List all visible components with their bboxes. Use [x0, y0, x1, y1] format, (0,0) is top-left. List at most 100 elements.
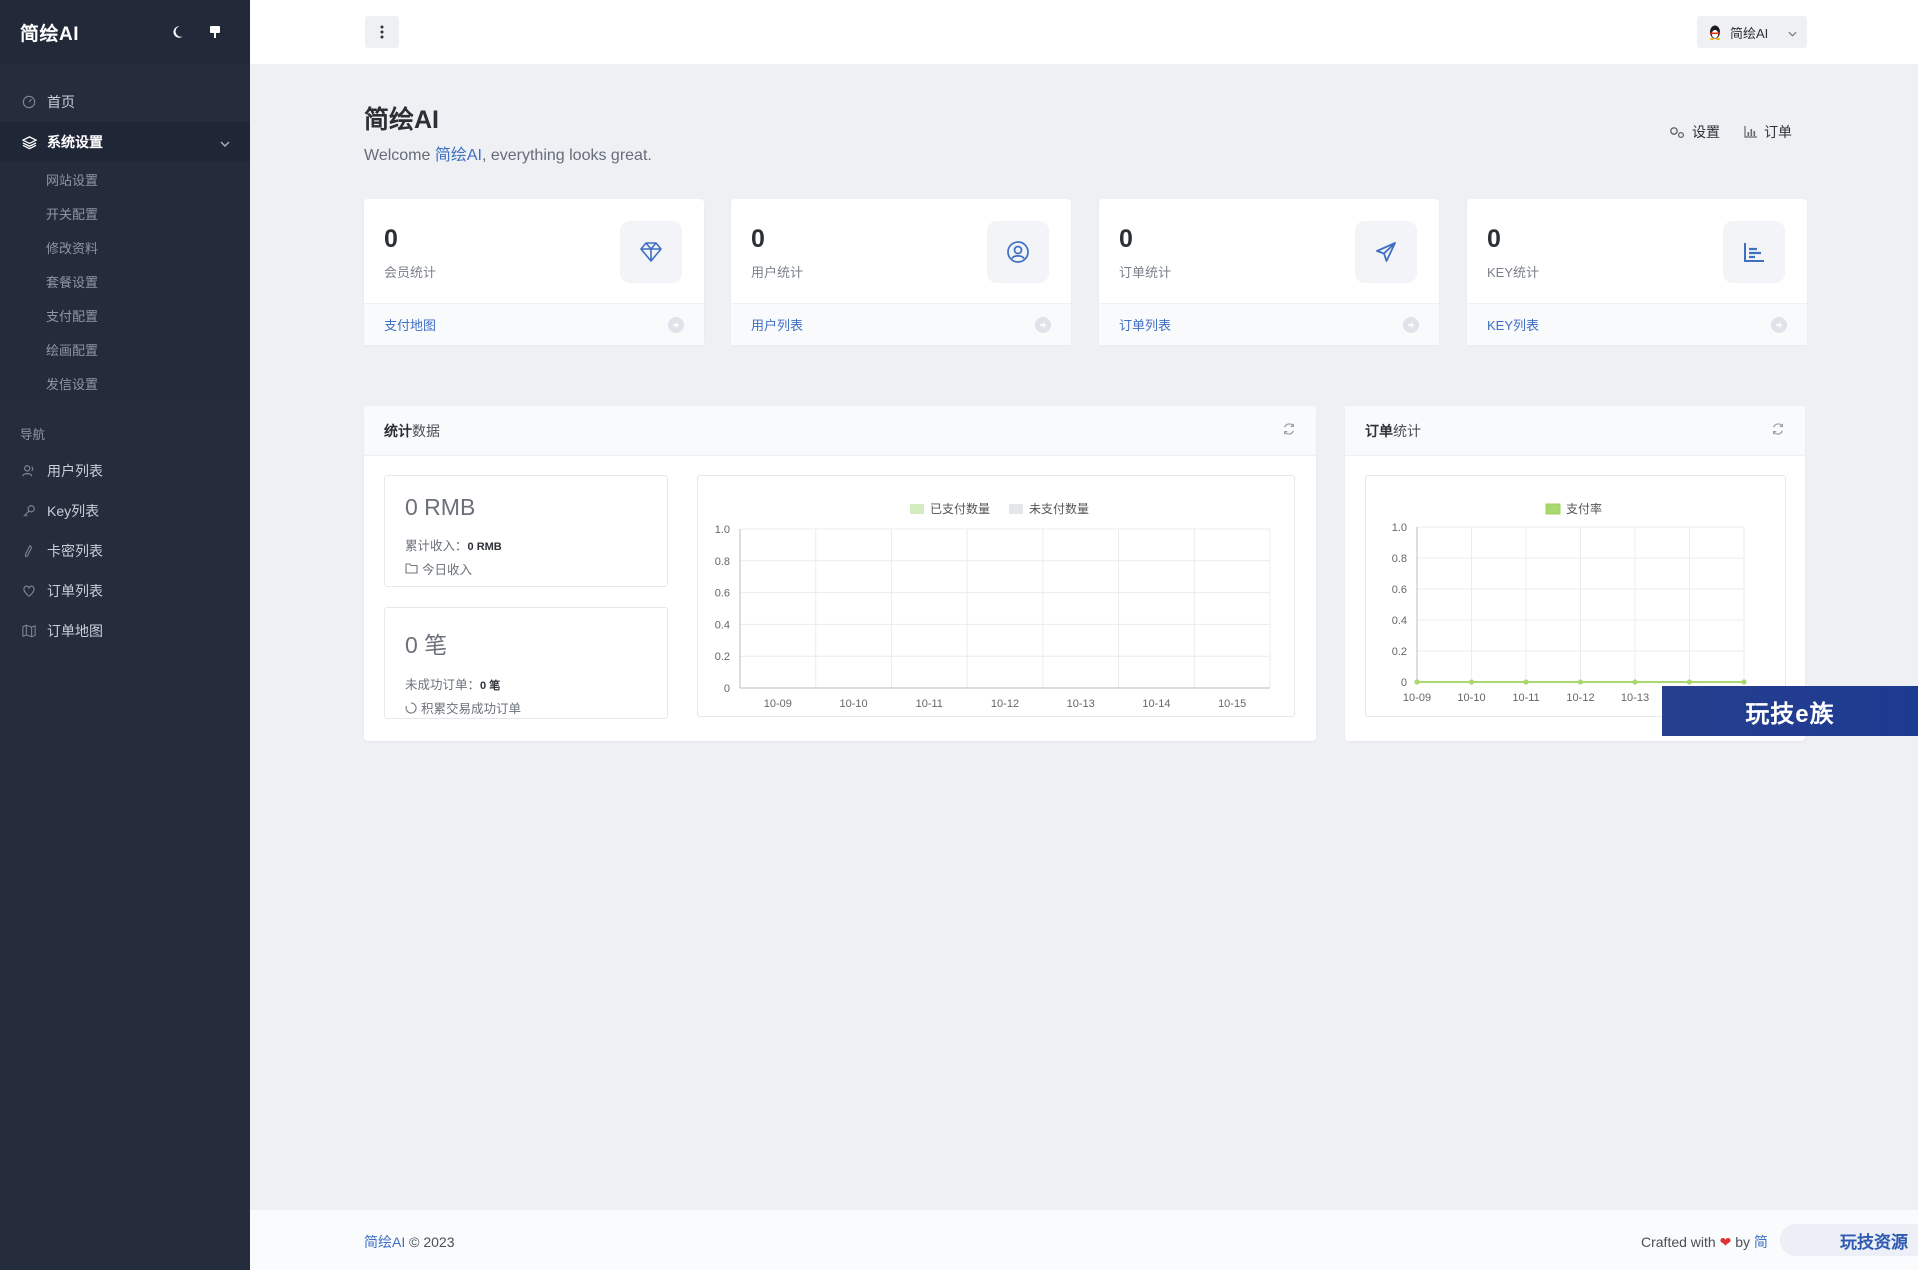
stat-card-link[interactable]: 订单列表	[1099, 303, 1439, 345]
successful-orders: 积累交易成功订单	[405, 698, 647, 717]
stat-value: 0	[1487, 225, 1501, 253]
pin-sidebar-button[interactable]	[200, 17, 230, 47]
dark-mode-toggle[interactable]	[162, 17, 192, 47]
sidebar-item-key-list[interactable]: Key列表	[0, 491, 250, 531]
gears-icon	[1670, 127, 1685, 139]
failed-orders-value: 0 笔	[480, 680, 501, 692]
x-tick-label: 10-12	[991, 698, 1019, 710]
legend-swatch	[1545, 503, 1561, 515]
x-tick-label: 10-15	[1218, 698, 1246, 710]
y-tick-label: 0.6	[715, 588, 730, 600]
payment-rate-line-chart-svg: 0 0.2 0.4 0.6 0.8 1.0 10-09 10-10 10-11 10-12 10-1…	[1392, 501, 1758, 704]
stat-card-link[interactable]: KEY列表	[1467, 303, 1807, 345]
sidebar-subitem-plan-settings[interactable]: 套餐设置	[0, 264, 250, 298]
refresh-icon[interactable]	[1282, 422, 1296, 439]
arrow-circle-icon	[1771, 316, 1787, 333]
sidebar-item-label: 首页	[47, 94, 75, 110]
user-menu-dropdown[interactable]: 简绘AI	[1697, 16, 1807, 48]
footer-crafted: Crafted with	[1641, 1234, 1716, 1250]
revenue-total: 0 RMB	[405, 494, 476, 520]
legend-label: 未支付数量	[1029, 501, 1089, 516]
orders-bar-chart-svg: 0 0.2 0.4 0.6 0.8 1.0 10-09 10-10 10-11 10-12 10-1…	[715, 501, 1271, 710]
refresh-icon[interactable]	[1771, 422, 1785, 439]
y-tick-label: 0.6	[1392, 584, 1407, 596]
panel-title-rest: 数据	[412, 422, 440, 439]
footer-brand-partial[interactable]: 简	[1754, 1234, 1768, 1250]
welcome-suffix: , everything looks great.	[481, 147, 652, 164]
panel-title-bold: 订单	[1365, 422, 1393, 439]
x-tick-label: 10-10	[840, 698, 868, 710]
x-tick-label: 10-11	[1512, 692, 1539, 704]
stat-card-users: 0 用户统计 用户列表	[731, 199, 1071, 345]
sidebar-subitem-website-settings[interactable]: 网站设置	[0, 162, 250, 196]
y-tick-label: 0.8	[1392, 553, 1407, 565]
footer-copy-year: © 2023	[405, 1234, 455, 1250]
stat-card-orders: 0 订单统计 订单列表	[1099, 199, 1439, 345]
spinner-icon	[405, 701, 417, 713]
sidebar-item-label: Key列表	[47, 503, 100, 519]
stat-card-link[interactable]: 用户列表	[731, 303, 1071, 345]
user-circle-icon	[987, 221, 1049, 283]
footer-brand-link[interactable]: 简绘AI	[364, 1234, 405, 1250]
sidebar-subitem-drawing-config[interactable]: 绘画配置	[0, 332, 250, 366]
stat-value: 0	[1119, 225, 1133, 253]
orders-link-label: 订单	[1764, 124, 1792, 140]
hero-actions: 设置 订单	[1668, 122, 1792, 142]
stat-label: 订单统计	[1119, 265, 1172, 280]
settings-link-label: 设置	[1692, 124, 1720, 140]
cumulative-income-label: 累计收入：	[405, 539, 468, 553]
footer-by: by	[1735, 1234, 1751, 1250]
sidebar-subitem-mail-settings[interactable]: 发信设置	[0, 366, 250, 400]
y-tick-label: 0	[1401, 677, 1407, 689]
sidebar-item-home[interactable]: 首页	[0, 82, 250, 122]
sidebar-nav: 首页 系统设置 网站设置 开关配置 修改资料 套餐设置 支付配置 绘画配置 发信…	[0, 64, 250, 651]
data-point	[1523, 679, 1529, 685]
x-tick-label: 10-09	[764, 698, 792, 710]
moon-icon	[173, 26, 183, 38]
sidebar-subitem-edit-profile[interactable]: 修改资料	[0, 230, 250, 264]
stat-label: 会员统计	[384, 265, 437, 280]
sidebar-item-label: 用户列表	[47, 463, 103, 479]
data-point	[1577, 679, 1584, 685]
failed-orders: 未成功订单：0 笔	[405, 674, 647, 693]
arrow-circle-icon	[668, 316, 684, 333]
welcome-text: Welcome 简绘AI, everything looks great.	[364, 141, 652, 165]
orders-link[interactable]: 订单	[1744, 122, 1792, 142]
sidebar-item-card-list[interactable]: 卡密列表	[0, 531, 250, 571]
page-title: 简绘AI	[364, 106, 440, 134]
statistics-panel: 统计 数据 0 RMB 累计收入：0 RMB 今日收入 0 笔 未成功订单：0 笔…	[364, 406, 1316, 741]
today-income-label: 今日收入	[422, 563, 473, 577]
stat-card-link[interactable]: 支付地图	[364, 303, 704, 345]
qq-penguin-icon	[1710, 25, 1720, 40]
stat-card-link-label: KEY列表	[1487, 318, 1540, 333]
diamond-icon	[620, 221, 682, 283]
x-tick-label: 10-10	[1457, 692, 1485, 704]
sidebar: 简绘AI 首页 系统设置 网站设置 开关配置 修改资料 套餐设置 支付配置 绘画…	[0, 0, 250, 1270]
brand-title[interactable]: 简绘AI	[20, 19, 154, 46]
y-tick-label: 1.0	[715, 524, 730, 536]
watermark-banner: 玩技e族	[1662, 686, 1918, 736]
orders-total: 0 笔	[405, 632, 448, 658]
stat-value: 0	[384, 225, 398, 253]
data-point	[1741, 679, 1747, 685]
sidebar-subitem-switch-config[interactable]: 开关配置	[0, 196, 250, 230]
bar-chart-icon	[1744, 126, 1757, 138]
users-icon	[20, 462, 38, 480]
sidebar-subitem-payment-config[interactable]: 支付配置	[0, 298, 250, 332]
sidebar-item-user-list[interactable]: 用户列表	[0, 451, 250, 491]
stat-card-members: 0 会员统计 支付地图	[364, 199, 704, 345]
sidebar-section-heading: 导航	[20, 428, 46, 442]
sidebar-item-system-settings[interactable]: 系统设置	[0, 122, 250, 162]
more-options-button[interactable]	[365, 16, 399, 48]
orders-summary: 0 笔 未成功订单：0 笔 积累交易成功订单	[384, 607, 668, 719]
y-tick-label: 0.4	[715, 619, 730, 631]
welcome-user-link[interactable]: 简绘AI	[435, 147, 482, 164]
sidebar-item-order-map[interactable]: 订单地图	[0, 611, 250, 651]
legend-label: 已支付数量	[930, 501, 990, 516]
stat-card-link-label: 支付地图	[384, 318, 437, 333]
sidebar-item-order-list[interactable]: 订单列表	[0, 571, 250, 611]
settings-link[interactable]: 设置	[1668, 122, 1720, 142]
vertical-dots-icon	[380, 25, 384, 39]
y-tick-label: 0.2	[1392, 646, 1407, 658]
data-point	[1686, 679, 1693, 685]
